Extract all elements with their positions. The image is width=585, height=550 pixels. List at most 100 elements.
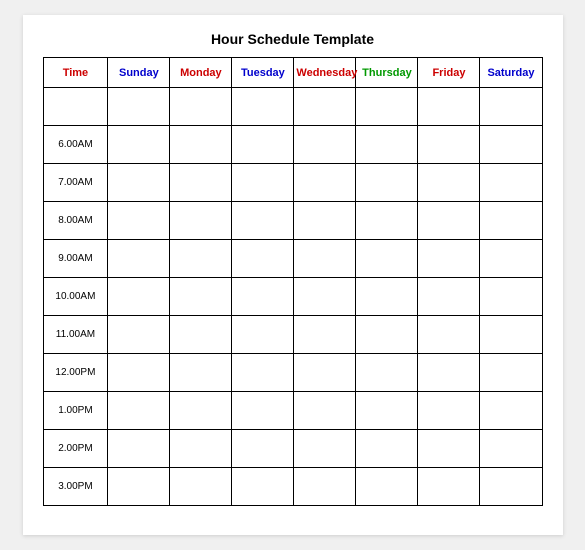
time-cell: 6.00AM (43, 126, 108, 164)
schedule-cell[interactable] (170, 88, 232, 126)
schedule-cell[interactable] (294, 430, 356, 468)
schedule-cell[interactable] (232, 392, 294, 430)
schedule-cell[interactable] (170, 468, 232, 506)
col-header-time: Time (43, 58, 108, 88)
schedule-cell[interactable] (356, 164, 418, 202)
schedule-cell[interactable] (170, 354, 232, 392)
schedule-cell[interactable] (294, 164, 356, 202)
schedule-cell[interactable] (232, 316, 294, 354)
schedule-cell[interactable] (232, 126, 294, 164)
schedule-cell[interactable] (480, 88, 542, 126)
table-row: 1.00PM (43, 392, 542, 430)
schedule-cell[interactable] (418, 88, 480, 126)
schedule-cell[interactable] (108, 430, 170, 468)
schedule-cell[interactable] (108, 354, 170, 392)
col-header-tuesday: Tuesday (232, 58, 294, 88)
schedule-cell[interactable] (170, 316, 232, 354)
schedule-cell[interactable] (294, 468, 356, 506)
schedule-cell[interactable] (232, 240, 294, 278)
schedule-cell[interactable] (108, 202, 170, 240)
schedule-cell[interactable] (480, 164, 542, 202)
time-cell: 2.00PM (43, 430, 108, 468)
schedule-cell[interactable] (294, 240, 356, 278)
schedule-cell[interactable] (480, 278, 542, 316)
schedule-cell[interactable] (356, 354, 418, 392)
schedule-cell[interactable] (232, 278, 294, 316)
time-cell (43, 88, 108, 126)
schedule-cell[interactable] (356, 468, 418, 506)
table-row: 10.00AM (43, 278, 542, 316)
schedule-cell[interactable] (418, 164, 480, 202)
time-cell: 10.00AM (43, 278, 108, 316)
schedule-cell[interactable] (356, 126, 418, 164)
schedule-cell[interactable] (232, 202, 294, 240)
schedule-cell[interactable] (232, 354, 294, 392)
schedule-cell[interactable] (108, 88, 170, 126)
table-row: 8.00AM (43, 202, 542, 240)
schedule-cell[interactable] (480, 468, 542, 506)
schedule-cell[interactable] (108, 468, 170, 506)
table-row: 6.00AM (43, 126, 542, 164)
schedule-cell[interactable] (356, 392, 418, 430)
schedule-cell[interactable] (294, 126, 356, 164)
schedule-cell[interactable] (294, 88, 356, 126)
schedule-cell[interactable] (232, 164, 294, 202)
schedule-cell[interactable] (232, 430, 294, 468)
schedule-cell[interactable] (108, 316, 170, 354)
col-header-monday: Monday (170, 58, 232, 88)
schedule-cell[interactable] (418, 240, 480, 278)
schedule-cell[interactable] (356, 278, 418, 316)
table-row: 11.00AM (43, 316, 542, 354)
schedule-cell[interactable] (356, 316, 418, 354)
schedule-cell[interactable] (108, 164, 170, 202)
schedule-cell[interactable] (170, 430, 232, 468)
col-header-thursday: Thursday (356, 58, 418, 88)
time-cell: 8.00AM (43, 202, 108, 240)
schedule-cell[interactable] (232, 468, 294, 506)
schedule-cell[interactable] (356, 88, 418, 126)
schedule-cell[interactable] (170, 278, 232, 316)
schedule-cell[interactable] (356, 240, 418, 278)
schedule-cell[interactable] (170, 202, 232, 240)
schedule-cell[interactable] (418, 126, 480, 164)
table-row: 7.00AM (43, 164, 542, 202)
schedule-cell[interactable] (108, 240, 170, 278)
schedule-cell[interactable] (418, 468, 480, 506)
schedule-cell[interactable] (480, 202, 542, 240)
schedule-cell[interactable] (170, 126, 232, 164)
col-header-sunday: Sunday (108, 58, 170, 88)
schedule-cell[interactable] (480, 316, 542, 354)
schedule-cell[interactable] (480, 430, 542, 468)
table-row: 2.00PM (43, 430, 542, 468)
schedule-cell[interactable] (356, 202, 418, 240)
schedule-cell[interactable] (418, 354, 480, 392)
schedule-cell[interactable] (480, 354, 542, 392)
schedule-cell[interactable] (418, 278, 480, 316)
schedule-cell[interactable] (170, 164, 232, 202)
schedule-cell[interactable] (418, 392, 480, 430)
schedule-cell[interactable] (480, 240, 542, 278)
schedule-cell[interactable] (170, 240, 232, 278)
schedule-cell[interactable] (294, 316, 356, 354)
schedule-cell[interactable] (418, 316, 480, 354)
time-cell: 12.00PM (43, 354, 108, 392)
schedule-cell[interactable] (108, 278, 170, 316)
schedule-cell[interactable] (356, 430, 418, 468)
schedule-cell[interactable] (294, 392, 356, 430)
schedule-cell[interactable] (480, 392, 542, 430)
schedule-cell[interactable] (418, 202, 480, 240)
schedule-cell[interactable] (294, 278, 356, 316)
schedule-page: Hour Schedule Template Time Sunday Monda… (23, 15, 563, 535)
schedule-cell[interactable] (480, 126, 542, 164)
table-row: 3.00PM (43, 468, 542, 506)
schedule-cell[interactable] (418, 430, 480, 468)
schedule-cell[interactable] (294, 202, 356, 240)
schedule-cell[interactable] (170, 392, 232, 430)
schedule-cell[interactable] (108, 126, 170, 164)
time-cell: 11.00AM (43, 316, 108, 354)
schedule-cell[interactable] (232, 88, 294, 126)
schedule-table: Time Sunday Monday Tuesday Wednesday Thu… (43, 57, 543, 506)
col-header-wednesday: Wednesday (294, 58, 356, 88)
schedule-cell[interactable] (294, 354, 356, 392)
schedule-cell[interactable] (108, 392, 170, 430)
